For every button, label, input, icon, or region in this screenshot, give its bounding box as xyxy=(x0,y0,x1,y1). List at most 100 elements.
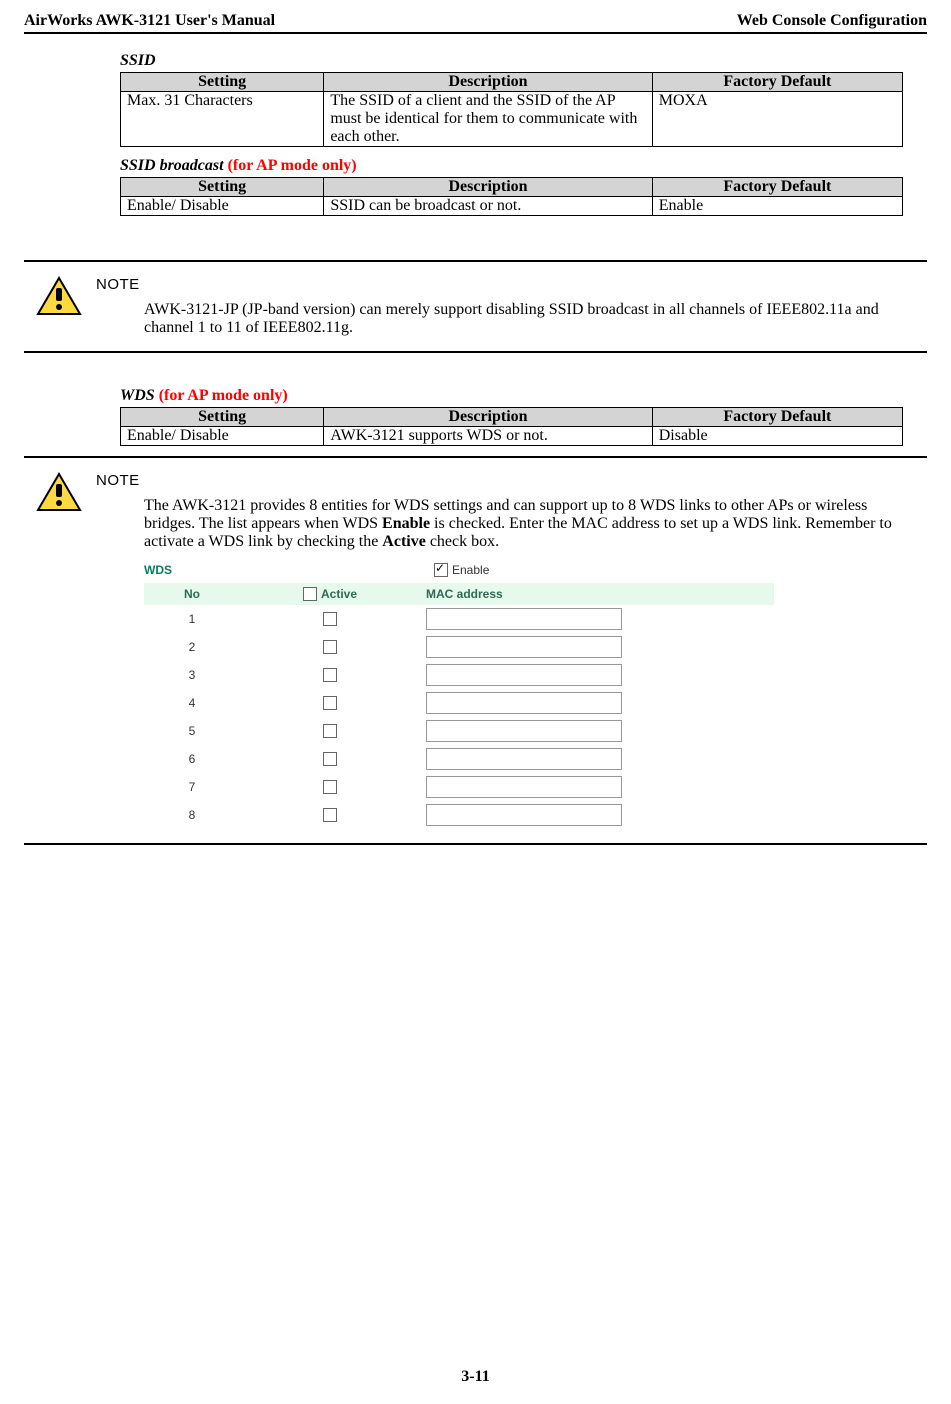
wds-row-active-checkbox[interactable] xyxy=(240,724,420,738)
wds-row-mac-cell xyxy=(420,608,774,630)
note-text-end: check box. xyxy=(426,533,499,550)
header-right: Web Console Configuration xyxy=(737,12,927,30)
ssid-title: SSID xyxy=(120,52,903,70)
cell-setting: Enable/ Disable xyxy=(121,197,324,216)
cell-setting: Max. 31 Characters xyxy=(121,92,324,147)
checkbox-icon xyxy=(323,640,337,654)
th-setting: Setting xyxy=(121,178,324,197)
ssid-table: Setting Description Factory Default Max.… xyxy=(120,72,903,147)
wds-row-no: 3 xyxy=(144,668,240,682)
page-number: 3-11 xyxy=(0,1368,951,1386)
cell-description: The SSID of a client and the SSID of the… xyxy=(324,92,652,147)
th-description: Description xyxy=(324,408,652,427)
th-description: Description xyxy=(324,178,652,197)
wds-mac-input[interactable] xyxy=(426,776,622,798)
wds-row: 8 xyxy=(144,801,774,829)
table-row: Max. 31 Characters The SSID of a client … xyxy=(121,92,903,147)
note-wds: NOTE The AWK-3121 provides 8 entities fo… xyxy=(24,456,927,845)
note-text: AWK-3121-JP (JP-band version) can merely… xyxy=(144,301,909,337)
wds-mac-input[interactable] xyxy=(426,720,622,742)
cell-description: AWK-3121 supports WDS or not. xyxy=(324,427,652,446)
wds-enable-checkbox[interactable]: Enable xyxy=(434,563,489,577)
wds-row-mac-cell xyxy=(420,748,774,770)
th-default: Factory Default xyxy=(652,178,902,197)
wds-row-active-checkbox[interactable] xyxy=(240,640,420,654)
wds-row-mac-cell xyxy=(420,720,774,742)
page-header: AirWorks AWK-3121 User's Manual Web Cons… xyxy=(24,0,927,32)
wds-row: 1 xyxy=(144,605,774,633)
table-row: Enable/ Disable SSID can be broadcast or… xyxy=(121,197,903,216)
wds-mac-input[interactable] xyxy=(426,608,622,630)
wds-row-no: 8 xyxy=(144,808,240,822)
wds-row-mac-cell xyxy=(420,664,774,686)
th-setting: Setting xyxy=(121,73,324,92)
header-left: AirWorks AWK-3121 User's Manual xyxy=(24,12,275,30)
wds-header-active-text: Active xyxy=(321,587,357,601)
wds-title-main: WDS xyxy=(120,387,159,404)
ssid-broadcast-table: Setting Description Factory Default Enab… xyxy=(120,177,903,216)
wds-row-active-checkbox[interactable] xyxy=(240,612,420,626)
wds-title-note: (for AP mode only) xyxy=(159,387,288,404)
wds-row: 5 xyxy=(144,717,774,745)
wds-row-active-checkbox[interactable] xyxy=(240,808,420,822)
wds-panel-label: WDS xyxy=(144,563,434,577)
checkbox-icon xyxy=(303,587,317,601)
th-description: Description xyxy=(324,73,652,92)
wds-enable-text: Enable xyxy=(452,563,489,577)
checkbox-icon xyxy=(323,752,337,766)
note-label: NOTE xyxy=(96,472,909,489)
wds-row: 6 xyxy=(144,745,774,773)
table-header-row: Setting Description Factory Default xyxy=(121,178,903,197)
note-label: NOTE xyxy=(96,276,909,293)
header-rule xyxy=(24,32,927,34)
wds-row-no: 2 xyxy=(144,640,240,654)
note-ssid-broadcast: NOTE AWK-3121-JP (JP-band version) can m… xyxy=(24,260,927,353)
warning-icon xyxy=(36,472,82,512)
checkbox-icon xyxy=(323,780,337,794)
note-active-bold: Active xyxy=(382,533,426,550)
checkbox-icon xyxy=(323,808,337,822)
wds-row-no: 1 xyxy=(144,612,240,626)
ssid-broadcast-title: SSID broadcast (for AP mode only) xyxy=(120,157,903,175)
note-text: The AWK-3121 provides 8 entities for WDS… xyxy=(144,497,909,551)
ssid-title-text: SSID xyxy=(120,52,156,69)
cell-default: Disable xyxy=(652,427,902,446)
note-enable-bold: Enable xyxy=(382,515,430,532)
th-default: Factory Default xyxy=(652,73,902,92)
wds-row-no: 7 xyxy=(144,780,240,794)
warning-icon xyxy=(36,276,82,316)
checkbox-icon xyxy=(434,563,448,577)
table-header-row: Setting Description Factory Default xyxy=(121,408,903,427)
wds-row-mac-cell xyxy=(420,776,774,798)
cell-default: Enable xyxy=(652,197,902,216)
th-setting: Setting xyxy=(121,408,324,427)
wds-row-active-checkbox[interactable] xyxy=(240,668,420,682)
wds-mac-input[interactable] xyxy=(426,692,622,714)
wds-panel-header: No Active MAC address xyxy=(144,583,774,605)
ssid-bc-title-main: SSID broadcast xyxy=(120,157,228,174)
wds-header-active[interactable]: Active xyxy=(240,587,420,601)
wds-row-active-checkbox[interactable] xyxy=(240,752,420,766)
th-default: Factory Default xyxy=(652,408,902,427)
wds-header-mac: MAC address xyxy=(420,587,774,601)
wds-row-active-checkbox[interactable] xyxy=(240,696,420,710)
wds-row-no: 6 xyxy=(144,752,240,766)
checkbox-icon xyxy=(323,668,337,682)
wds-title: WDS (for AP mode only) xyxy=(120,387,903,405)
table-header-row: Setting Description Factory Default xyxy=(121,73,903,92)
wds-row-mac-cell xyxy=(420,804,774,826)
checkbox-icon xyxy=(323,696,337,710)
wds-row-active-checkbox[interactable] xyxy=(240,780,420,794)
wds-settings-panel: WDS Enable No Active MAC address xyxy=(144,563,774,829)
wds-header-no: No xyxy=(144,587,240,601)
checkbox-icon xyxy=(323,724,337,738)
ssid-bc-title-note: (for AP mode only) xyxy=(228,157,357,174)
wds-mac-input[interactable] xyxy=(426,664,622,686)
wds-row-no: 5 xyxy=(144,724,240,738)
wds-row-no: 4 xyxy=(144,696,240,710)
wds-row-mac-cell xyxy=(420,692,774,714)
wds-table: Setting Description Factory Default Enab… xyxy=(120,407,903,446)
wds-mac-input[interactable] xyxy=(426,748,622,770)
wds-mac-input[interactable] xyxy=(426,804,622,826)
wds-mac-input[interactable] xyxy=(426,636,622,658)
